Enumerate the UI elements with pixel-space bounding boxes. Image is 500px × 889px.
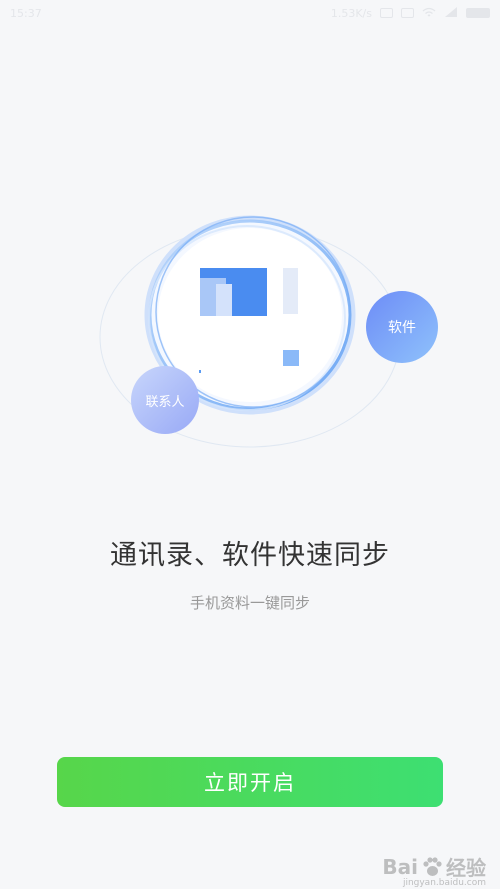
sync-illustration: 软件 联系人 <box>0 180 500 480</box>
baidu-watermark: Bai 经验 jingyan.baidu.com <box>382 852 486 889</box>
page-title: 通讯录、软件快速同步 <box>110 540 390 571</box>
watermark-url: jingyan.baidu.com <box>402 878 486 888</box>
signal-icon <box>444 6 458 20</box>
notification-icon <box>380 8 393 18</box>
paw-icon <box>423 856 442 876</box>
battery-icon <box>466 8 490 18</box>
watermark-brand-suffix: 经验 <box>446 856 486 880</box>
network-speed: 1.53K/s <box>330 6 372 20</box>
sync-intro-screen: 15:37 1.53K/s 软件 联系人 通讯录、软件快速同步 手机资料一键同步… <box>0 0 500 889</box>
bubble-software-label: 软件 <box>388 320 416 336</box>
wifi-icon <box>422 7 436 20</box>
shield-icon <box>401 8 414 18</box>
status-indicators: 1.53K/s <box>330 6 490 20</box>
watermark-brand: Bai <box>382 854 418 879</box>
page-subtitle: 手机资料一键同步 <box>189 594 310 612</box>
start-sync-button[interactable]: 立即开启 <box>57 757 443 807</box>
status-time: 15:37 <box>10 6 42 20</box>
bubble-contacts-label: 联系人 <box>145 395 185 410</box>
status-bar: 15:37 1.53K/s <box>0 0 500 26</box>
